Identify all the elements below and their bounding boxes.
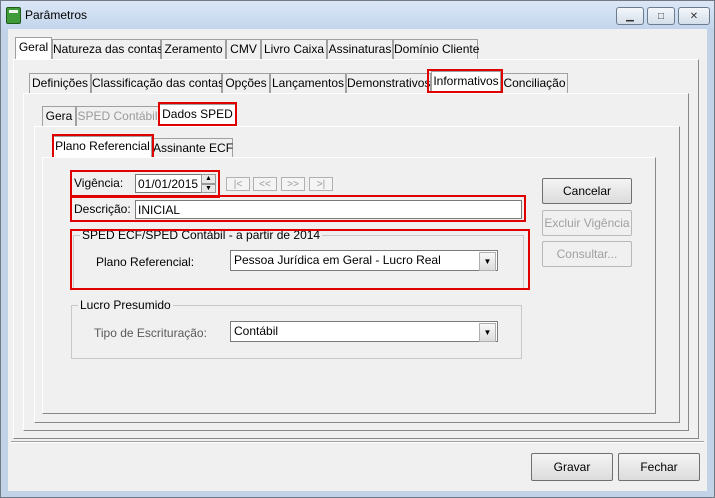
nav-next-button[interactable]: >> — [281, 177, 305, 191]
tab-informativos[interactable]: Informativos — [431, 71, 501, 93]
descricao-label: Descrição: — [74, 202, 131, 216]
window-title: Parâmetros — [25, 8, 88, 22]
tipo-escrituracao-select[interactable]: Contábil ▼ — [230, 321, 498, 342]
tab-zeramento[interactable]: Zeramento — [161, 39, 226, 59]
spin-down-button[interactable]: ▼ — [201, 184, 216, 193]
close-icon: ✕ — [689, 10, 699, 22]
fechar-button[interactable]: Fechar — [618, 453, 700, 481]
tab-sped-contabil: SPED Contábil — [76, 106, 159, 126]
chevron-down-icon: ▼ — [479, 323, 496, 342]
footer-divider — [11, 441, 704, 443]
nav-last-button[interactable]: >| — [309, 177, 333, 191]
consultar-button: Consultar... — [542, 241, 632, 267]
tab-natureza-das-contas[interactable]: Natureza das contas — [52, 39, 163, 59]
calculator-icon — [6, 7, 21, 24]
arrow-down-icon: ▼ — [205, 185, 212, 192]
tab-conciliacao[interactable]: Conciliação — [501, 73, 568, 93]
plano-referencial-select[interactable]: Pessoa Jurídica em Geral - Lucro Real ▼ — [230, 250, 498, 271]
tab-livro-caixa[interactable]: Livro Caixa — [261, 39, 327, 59]
tab-dados-sped[interactable]: Dados SPED — [159, 104, 236, 126]
tab-dominio-cliente[interactable]: Domínio Cliente — [393, 39, 479, 59]
tab-demonstrativos[interactable]: Demonstrativos — [346, 73, 431, 93]
minimize-button[interactable]: ▁ — [616, 7, 644, 25]
tab-classificacao-das-contas[interactable]: Classificação das contas — [91, 73, 224, 93]
cancelar-button[interactable]: Cancelar — [542, 178, 632, 204]
spin-up-button[interactable]: ▲ — [201, 174, 216, 184]
sped-group-title: SPED ECF/SPED Contábil - a partir de 201… — [80, 228, 323, 242]
tipo-escrituracao-value: Contábil — [234, 324, 279, 338]
maximize-icon: □ — [657, 10, 665, 22]
parametros-window: Parâmetros ▁ □ ✕ Geral Natureza das cont… — [0, 0, 715, 498]
title-bar: Parâmetros ▁ □ ✕ — [1, 1, 714, 29]
maximize-button[interactable]: □ — [647, 7, 675, 25]
nav-prev-button[interactable]: << — [253, 177, 277, 191]
excluir-vigencia-button: Excluir Vigência — [542, 210, 632, 236]
tab-geral[interactable]: Geral — [15, 37, 52, 59]
vigencia-input[interactable]: 01/01/2015 — [135, 174, 202, 193]
nav-first-button[interactable]: |< — [226, 177, 250, 191]
tab-opcoes[interactable]: Opções — [222, 73, 270, 93]
tab-cmv[interactable]: CMV — [226, 39, 261, 59]
tab-definicoes[interactable]: Definições — [29, 73, 91, 93]
close-button[interactable]: ✕ — [678, 7, 710, 25]
chevron-down-icon: ▼ — [479, 252, 496, 271]
window-client-area: Geral Natureza das contas Zeramento CMV … — [8, 29, 707, 491]
plano-referencial-value: Pessoa Jurídica em Geral - Lucro Real — [234, 253, 441, 267]
arrow-up-icon: ▲ — [205, 175, 212, 182]
minimize-icon: ▁ — [626, 10, 634, 22]
tab-plano-referencial[interactable]: Plano Referencial — [53, 136, 152, 158]
lucro-presumido-title: Lucro Presumido — [78, 298, 173, 312]
vigencia-label: Vigência: — [74, 176, 124, 190]
gravar-button[interactable]: Gravar — [531, 453, 613, 481]
tipo-escrituracao-label: Tipo de Escrituração: — [94, 326, 207, 340]
tab-assinaturas[interactable]: Assinaturas — [327, 39, 393, 59]
descricao-input[interactable]: INICIAL — [135, 200, 522, 219]
tab-gera[interactable]: Gera — [42, 106, 76, 126]
tab-lancamentos[interactable]: Lançamentos — [270, 73, 346, 93]
tab-assinante-ecf[interactable]: Assinante ECF — [152, 138, 233, 158]
plano-referencial-label: Plano Referencial: — [96, 255, 195, 269]
